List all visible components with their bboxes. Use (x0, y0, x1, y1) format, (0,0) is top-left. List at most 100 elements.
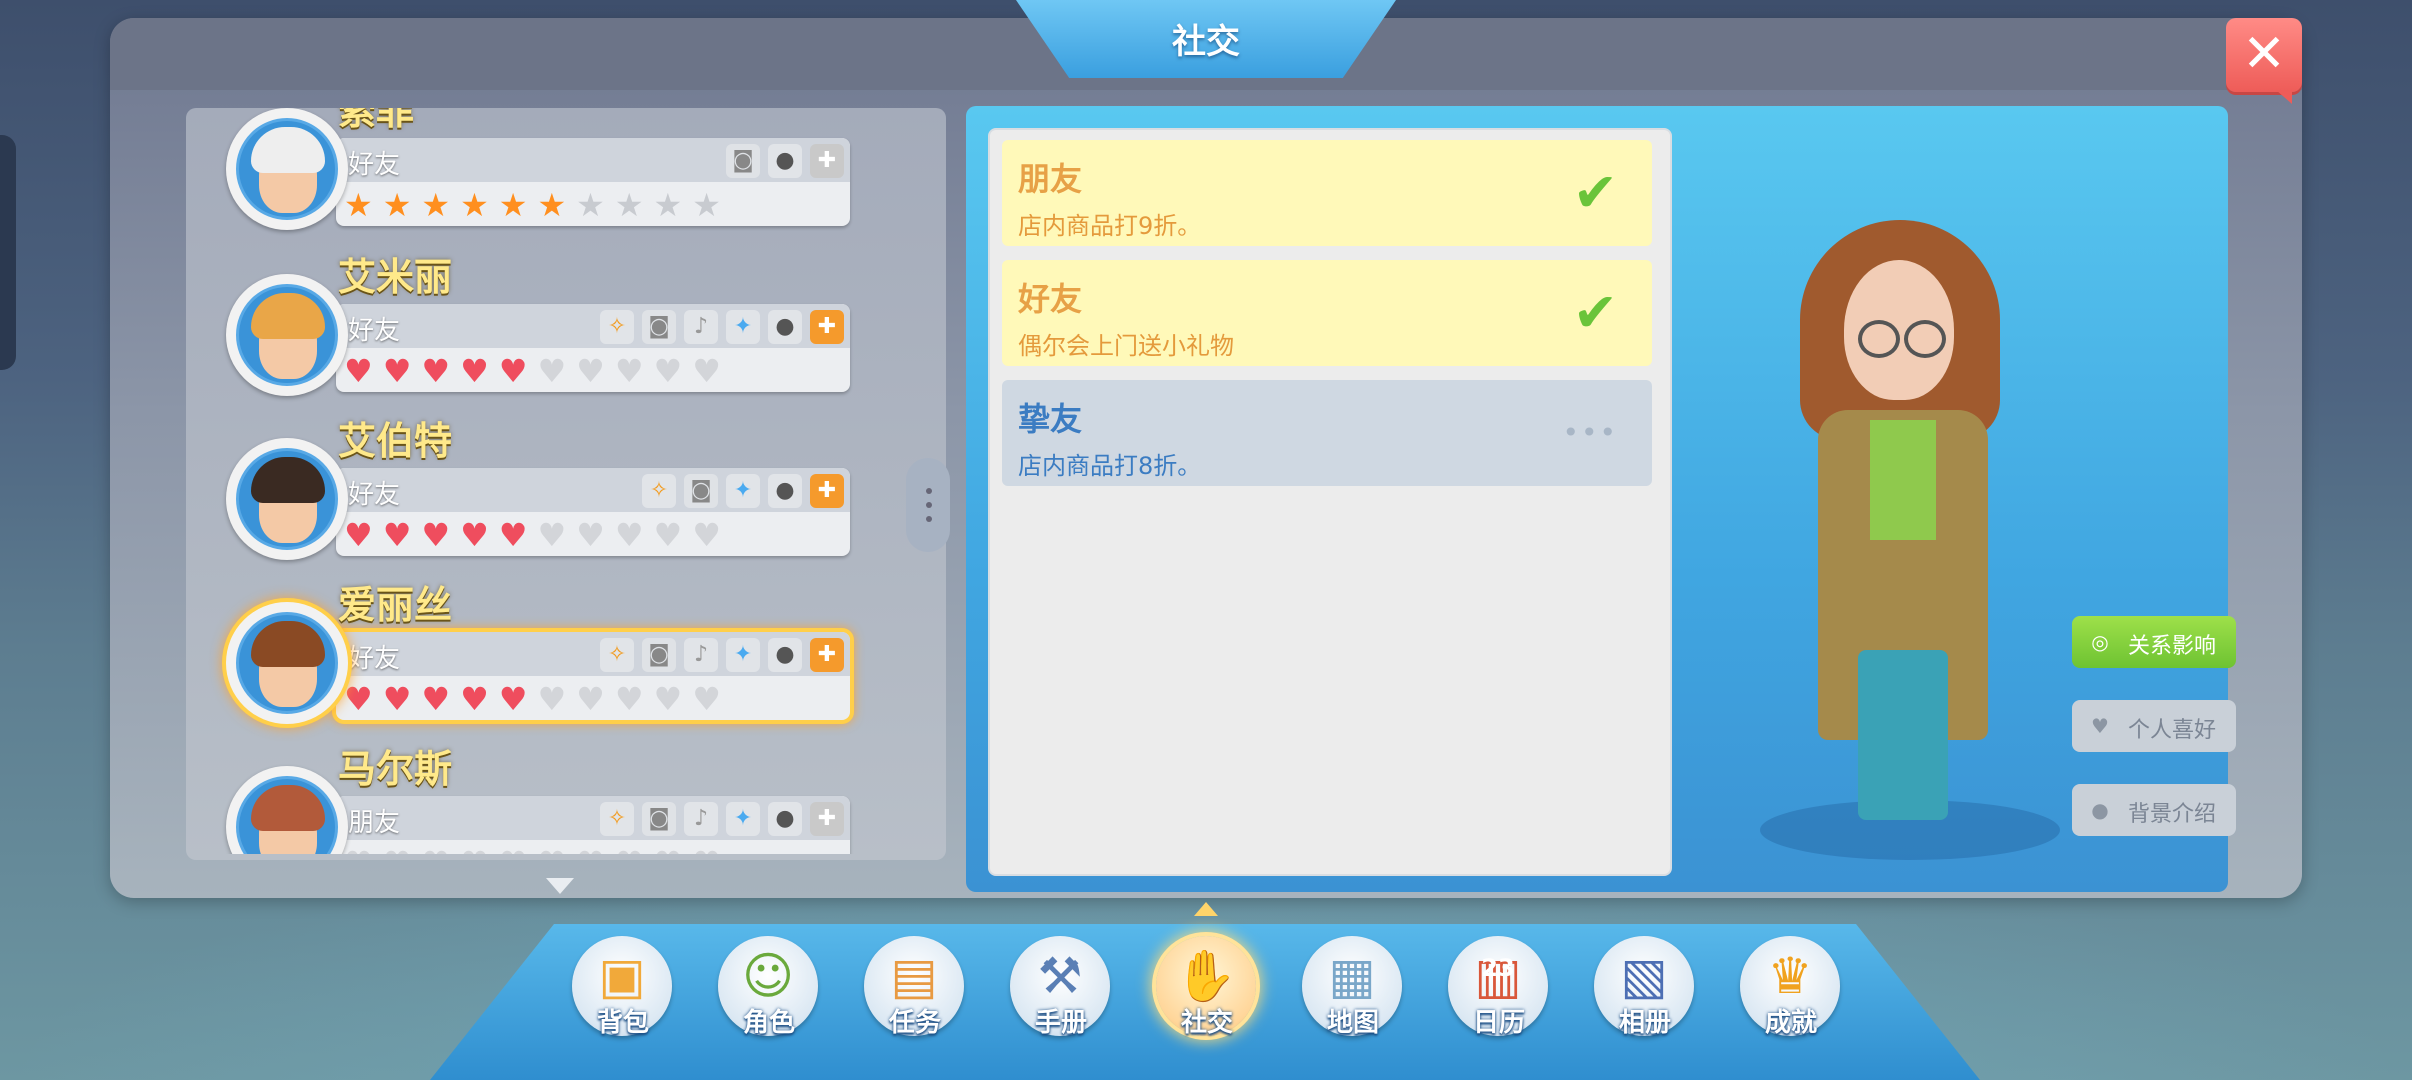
heart-icon: ♥ (344, 516, 373, 554)
star-icon: ★ (576, 186, 605, 224)
avatar[interactable] (226, 766, 348, 854)
friend-name: 艾伯特 (338, 419, 453, 463)
dock-label: 背包 (596, 1008, 649, 1038)
heart-icon: ♥ (344, 680, 373, 718)
perk-item: 好友 偶尔会上门送小礼物 ✔ (1002, 260, 1652, 366)
friend-card[interactable]: 好友 ✧ ◙ ✦ ● ✚ ♥ ♥ ♥ ♥ ♥ ♥ ♥ ♥ ♥ ♥ (336, 468, 850, 556)
side-tab-2[interactable]: ♥ 个人喜好 (2072, 700, 2236, 752)
dock-label: 角色 (742, 1008, 795, 1038)
relation-label: 好友 (348, 150, 401, 180)
character-model (1760, 210, 2060, 860)
friend-card[interactable]: 朋友 ✧◙♪✦●✚ ♥ ♥ ♥ ♥ ♥ ♥ ♥ ♥ ♥ ♥ (336, 796, 850, 854)
checkmark-icon: ✔ (1572, 281, 1618, 344)
bird-icon: ✦ (726, 474, 760, 508)
avatar-portrait (236, 448, 338, 550)
gift-icon-gray: ✚ (810, 144, 844, 178)
avatar[interactable] (226, 602, 348, 724)
friend-name: 艾米丽 (338, 255, 453, 299)
star-icon: ★ (421, 186, 451, 224)
avatar-hair (251, 785, 325, 831)
dock-label: 相册 (1618, 1008, 1671, 1038)
dock-backpack-button[interactable]: ▣ 背包 (568, 932, 678, 1042)
side-tab-label: 关系影响 (2128, 634, 2217, 659)
dock-calendar-button[interactable]: ▥ 日历 23 (1444, 932, 1554, 1042)
dock-album-button[interactable]: ▧ 相册 (1590, 932, 1700, 1042)
heart-icon: ♥ (421, 680, 451, 718)
side-tab-label: 背景介绍 (2128, 802, 2217, 827)
speech-bubble-icon: ● (768, 638, 802, 672)
heart-icon: ♥ (421, 846, 450, 854)
friend-list-panel[interactable]: 好友 ◙ ● ✚ ★ ★ ★ ★ ★ ★ ★ ★ ★ ★ 索菲 好友 ✧ ◙ ♪ ✦ ● ✚ ♥ ♥ ♥ ♥ ♥ ♥ ♥ ♥ ♥ ♥ 艾米丽 好友… (186, 108, 946, 860)
deer-icon: ✧ (642, 474, 676, 508)
guitar-icon: ♪ (684, 310, 718, 344)
heart-icon: ♥ (499, 846, 528, 854)
perk-title: 好友 (1018, 280, 1083, 318)
heart-icon: ♥ (344, 846, 373, 854)
perk-description: 店内商品打9折。 (1018, 212, 1202, 240)
avatar-hair (251, 293, 325, 339)
speech-bubble-icon: ● (768, 474, 802, 508)
heart-icon: ♥ (2091, 714, 2109, 738)
perk-item: 朋友 店内商品打9折。 ✔ (1002, 140, 1652, 246)
avatar[interactable] (226, 108, 348, 230)
guitar-icon: ♪ (684, 638, 718, 672)
friend-name: 爱丽丝 (338, 583, 453, 627)
avatar-hair (251, 127, 325, 173)
friend-card[interactable]: 好友 ✧ ◙ ♪ ✦ ● ✚ ♥ ♥ ♥ ♥ ♥ ♥ ♥ ♥ ♥ ♥ (336, 304, 850, 392)
map-icon: ▦ (1328, 947, 1376, 1005)
heart-icon: ♥ (537, 846, 566, 854)
friend-row[interactable]: 好友 ✧ ◙ ♪ ✦ ● ✚ ♥ ♥ ♥ ♥ ♥ ♥ ♥ ♥ ♥ ♥ 艾米丽 (226, 244, 866, 404)
target-icon: ◎ (2091, 630, 2109, 654)
speech-bubble-icon: ● (768, 802, 802, 836)
dock-character-button[interactable]: ☺ 角色 (714, 932, 824, 1042)
heart-icon: ♥ (654, 846, 683, 854)
heart-icon: ♥ (576, 680, 605, 718)
avatar[interactable] (226, 438, 348, 560)
heart-icon: ♥ (653, 352, 683, 390)
deer-icon: ✧ (600, 638, 634, 672)
camera-icon: ◙ (684, 474, 718, 508)
perk-title: 挚友 (1018, 400, 1083, 438)
heart-icon: ♥ (421, 516, 451, 554)
heart-icon: ♥ (692, 680, 721, 718)
dock-map-button[interactable]: ▦ 地图 (1298, 932, 1408, 1042)
heart-icon: ♥ (344, 352, 373, 390)
side-tab-1[interactable]: ◎ 关系影响 (2072, 616, 2236, 668)
panel-drag-handle[interactable] (906, 458, 950, 552)
friend-row[interactable]: 好友 ✧ ◙ ♪ ✦ ● ✚ ♥ ♥ ♥ ♥ ♥ ♥ ♥ ♥ ♥ ♥ 爱丽丝 (226, 572, 866, 732)
relation-label: 好友 (348, 316, 401, 346)
scroll-down-arrow-icon[interactable] (546, 878, 574, 894)
friend-row[interactable]: 好友 ◙ ● ✚ ★ ★ ★ ★ ★ ★ ★ ★ ★ ★ 索菲 (226, 108, 866, 238)
heart-icon: ♥ (382, 352, 412, 390)
clipboard-icon: ▤ (890, 947, 938, 1005)
preference-icons: ✧ ◙ ♪ ✦ ● ✚ (600, 638, 844, 672)
close-button[interactable]: ✕ (2226, 18, 2302, 104)
side-tab-3[interactable]: ● 背景介绍 (2072, 784, 2236, 836)
heart-icon: ♥ (460, 516, 489, 554)
dock-handshake-button[interactable]: ✋ 社交 (1152, 932, 1262, 1042)
dock-hammer-button[interactable]: ⚒ 手册 (1006, 932, 1116, 1042)
backpack-icon: ▣ (598, 947, 646, 1005)
heart-icon: ♥ (576, 846, 605, 854)
gift-icon: ✚ (810, 310, 844, 344)
dock-clipboard-button[interactable]: ▤ 任务 (860, 932, 970, 1042)
friend-row[interactable]: 朋友 ✧◙♪✦●✚ ♥ ♥ ♥ ♥ ♥ ♥ ♥ ♥ ♥ ♥ 马尔斯 (226, 736, 866, 854)
perk-item: 挚友店内商品打8折。 ••• (1002, 380, 1652, 486)
heart-icon: ♥ (537, 352, 567, 390)
affection-rating: ★ ★ ★ ★ ★ ★ ★ ★ ★ ★ (344, 188, 721, 222)
dock-trophy-button[interactable]: ♛ 成就 (1736, 932, 1846, 1042)
left-edge-tab (0, 135, 16, 370)
friend-card[interactable]: 好友 ◙ ● ✚ ★ ★ ★ ★ ★ ★ ★ ★ ★ ★ (336, 138, 850, 226)
avatar-hair (251, 457, 325, 503)
heart-icon: ♥ (576, 352, 605, 390)
friend-list[interactable]: 好友 ◙ ● ✚ ★ ★ ★ ★ ★ ★ ★ ★ ★ ★ 索菲 好友 ✧ ◙ ♪ ✦ ● ✚ ♥ ♥ ♥ ♥ ♥ ♥ ♥ ♥ ♥ ♥ 艾米丽 好友… (186, 108, 946, 854)
friend-card[interactable]: 好友 ✧ ◙ ♪ ✦ ● ✚ ♥ ♥ ♥ ♥ ♥ ♥ ♥ ♥ ♥ ♥ (336, 632, 850, 720)
preference-icons: ◙ ● ✚ (726, 144, 844, 178)
dock-label: 地图 (1326, 1008, 1379, 1038)
perk-description: 店内商品打8折。 (1018, 452, 1202, 480)
heart-icon: ♥ (498, 352, 528, 390)
locked-dots-icon: ••• (1562, 416, 1618, 449)
friend-row[interactable]: 好友 ✧ ◙ ✦ ● ✚ ♥ ♥ ♥ ♥ ♥ ♥ ♥ ♥ ♥ ♥ 艾伯特 (226, 408, 866, 568)
avatar[interactable] (226, 274, 348, 396)
dock-label: 任务 (888, 1008, 941, 1038)
